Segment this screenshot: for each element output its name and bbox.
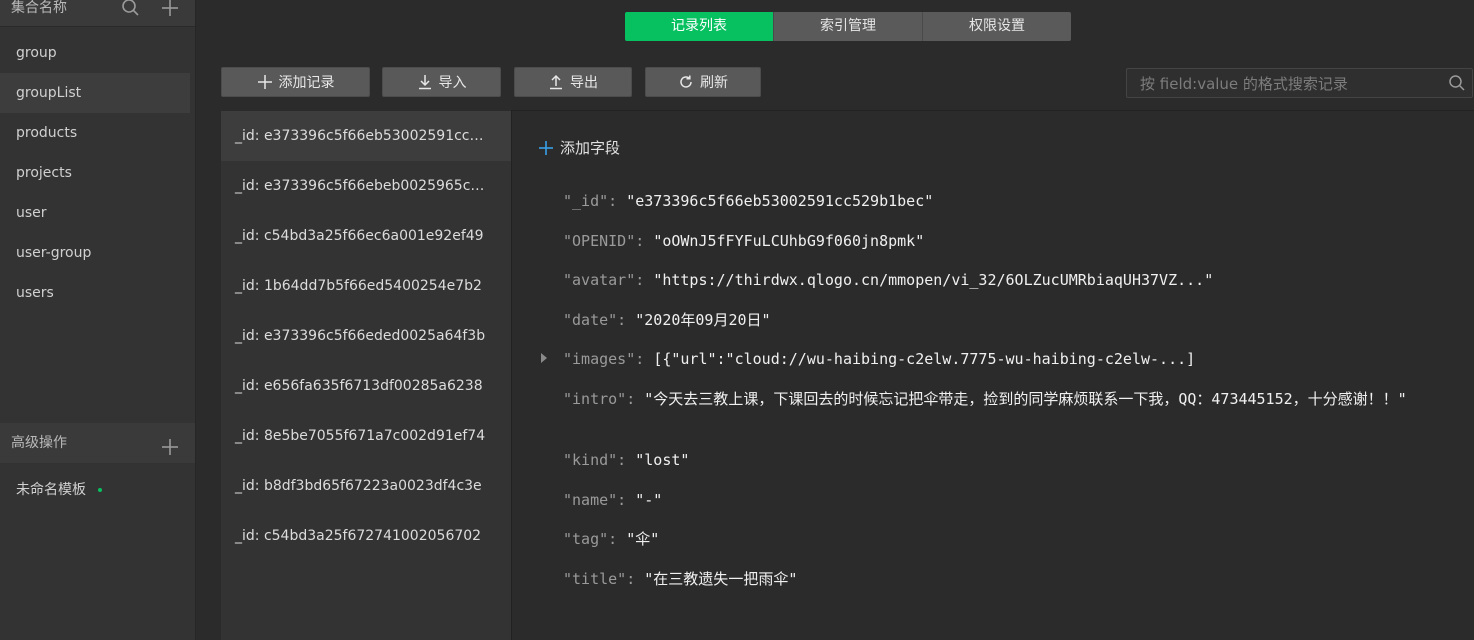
add-collection-icon[interactable] (160, 0, 180, 18)
field-row[interactable]: "name": "-" (563, 489, 662, 511)
collection-item-grouplist[interactable]: groupList (0, 73, 190, 113)
collection-item-users[interactable]: users (0, 273, 190, 313)
field-value: "lost" (635, 451, 690, 469)
field-value: "伞" (626, 530, 660, 548)
template-item[interactable]: 未命名模板 (16, 480, 102, 500)
field-key: "_id": (563, 192, 618, 210)
collection-item-group[interactable]: group (0, 33, 190, 73)
record-item[interactable]: _id: e656fa635f6713df00285a6238 (221, 361, 497, 411)
upload-icon (550, 74, 562, 90)
template-label: 未命名模板 (16, 482, 86, 498)
field-key: "kind": (563, 451, 627, 469)
field-key: "intro": (563, 390, 636, 408)
collection-sidebar: 集合名称 group groupList products projects u… (0, 0, 196, 640)
add-field-button[interactable]: 添加字段 (538, 137, 620, 158)
refresh-label: 刷新 (700, 75, 728, 91)
tab-records[interactable]: 记录列表 (625, 12, 774, 41)
field-row[interactable]: "tag": "伞" (563, 528, 659, 550)
add-template-icon[interactable] (160, 433, 180, 455)
field-value: "e373396c5f66eb53002591cc529b1bec" (626, 192, 934, 210)
record-list: _id: e373396c5f66eb53002591cc529b1bec _i… (221, 111, 512, 640)
search-icon[interactable] (1448, 74, 1466, 92)
advanced-header-title: 高级操作 (11, 435, 67, 451)
record-item[interactable]: _id: 8e5be7055f671a7c002d91ef74 (221, 411, 497, 461)
field-key: "avatar": (563, 271, 645, 289)
collection-item-user[interactable]: user (0, 193, 190, 233)
search-icon[interactable] (121, 0, 141, 18)
status-dot-icon (98, 488, 102, 492)
add-field-label: 添加字段 (560, 139, 621, 157)
field-key: "OPENID": (563, 232, 645, 250)
field-key: "title": (563, 570, 636, 588)
refresh-icon (680, 75, 692, 88)
collection-header-title: 集合名称 (11, 0, 67, 16)
download-icon (418, 75, 431, 90)
record-search (1126, 68, 1473, 99)
plus-icon (539, 140, 553, 155)
collection-header: 集合名称 (0, 0, 195, 27)
search-input[interactable] (1127, 69, 1452, 99)
record-item[interactable]: _id: e373396c5f66ebeb0025965c00 (221, 161, 497, 211)
export-button[interactable]: 导出 (514, 67, 632, 97)
field-row[interactable]: "images": [{"url":"cloud://wu-haibing-c2… (563, 348, 1195, 370)
tab-bar: 记录列表 索引管理 权限设置 (625, 12, 1071, 41)
field-row[interactable]: "avatar": "https://thirdwx.qlogo.cn/mmop… (563, 269, 1213, 291)
collection-item-products[interactable]: products (0, 113, 190, 153)
field-row[interactable]: "title": "在三教遗失一把雨伞" (563, 568, 797, 590)
tab-indexes[interactable]: 索引管理 (774, 12, 923, 41)
collection-item-projects[interactable]: projects (0, 153, 190, 193)
record-item[interactable]: _id: b8df3bd65f67223a0023df4c3e (221, 461, 497, 511)
import-label: 导入 (438, 75, 467, 91)
field-row[interactable]: "date": "2020年09月20日" (563, 309, 771, 331)
field-key: "date": (563, 311, 627, 329)
record-item[interactable]: _id: 1b64dd7b5f66ed5400254e7b2 (221, 261, 497, 311)
field-row[interactable]: "_id": "e373396c5f66eb53002591cc529b1bec… (563, 190, 933, 212)
record-item[interactable]: _id: c54bd3a25f66ec6a001e92ef49 (221, 211, 497, 261)
field-value: "https://thirdwx.qlogo.cn/mmopen/vi_32/6… (653, 271, 1214, 289)
field-value: "今天去三教上课，下课回去的时候忘记把伞带走，捡到的同学麻烦联系一下我，QQ：4… (644, 390, 1407, 408)
field-value: "-" (635, 491, 663, 509)
collection-item-user-group[interactable]: user-group (0, 233, 190, 273)
field-row[interactable]: "OPENID": "oOWnJ5fFYFuLCUhbG9f060jn8pmk" (563, 230, 924, 252)
record-item[interactable]: _id: c54bd3a25f672741002056702 (221, 511, 497, 561)
field-key: "name": (563, 491, 627, 509)
record-item[interactable]: _id: e373396c5f66eb53002591cc529b1bec (221, 111, 511, 161)
add-record-button[interactable]: 添加记录 (221, 67, 370, 97)
tab-permissions[interactable]: 权限设置 (923, 12, 1071, 41)
field-row[interactable]: "kind": "lost" (563, 449, 689, 471)
plus-icon (257, 75, 272, 89)
divider (511, 110, 1474, 111)
field-value: "oOWnJ5fFYFuLCUhbG9f060jn8pmk" (653, 232, 925, 250)
export-label: 导出 (570, 75, 598, 91)
record-item[interactable]: _id: e373396c5f66eded0025a64f3b (221, 311, 497, 361)
refresh-button[interactable]: 刷新 (645, 67, 761, 97)
advanced-header: 高级操作 (0, 423, 195, 463)
field-value: "在三教遗失一把雨伞" (644, 570, 798, 588)
field-key: "images": (563, 350, 645, 368)
add-record-label: 添加记录 (278, 75, 335, 91)
field-row[interactable]: "intro": "今天去三教上课，下课回去的时候忘记把伞带走，捡到的同学麻烦联… (563, 388, 1463, 410)
field-value: "2020年09月20日" (635, 311, 771, 329)
field-key: "tag": (563, 530, 618, 548)
field-value: [{"url":"cloud://wu-haibing-c2elw.7775-w… (653, 350, 1196, 368)
expand-caret-icon[interactable] (541, 353, 547, 363)
import-button[interactable]: 导入 (382, 67, 501, 97)
